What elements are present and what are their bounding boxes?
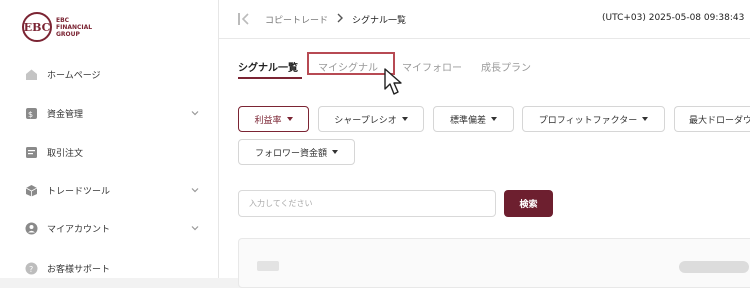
blurred-content <box>257 261 279 271</box>
search-button[interactable]: 検索 <box>504 190 553 217</box>
chevron-right-icon <box>337 13 343 23</box>
user-icon <box>24 221 38 235</box>
chevron-down-icon <box>191 111 199 116</box>
ebc-logo-text: EBC FINANCIAL GROUP <box>56 17 96 38</box>
signal-card[interactable] <box>238 238 750 288</box>
collapse-sidebar-icon[interactable] <box>237 12 251 26</box>
order-icon <box>24 145 38 159</box>
breadcrumb-parent[interactable]: コピートレード <box>265 13 328 26</box>
svg-text:?: ? <box>29 265 33 274</box>
filter-label: プロフィットファクター <box>538 115 638 126</box>
help-icon: ? <box>24 261 38 275</box>
breadcrumb-current: シグナル一覧 <box>352 16 407 26</box>
sidebar-item-fund-management[interactable]: $ 資金管理 <box>24 103 204 123</box>
sidebar-item-label: お客様サポート <box>47 264 111 275</box>
tab-growth-plan[interactable]: 成長プラン <box>481 59 531 74</box>
caret-down-icon <box>491 117 497 121</box>
mouse-pointer-icon <box>384 68 402 95</box>
filter-sharpe-ratio[interactable]: シャープレシオ <box>318 106 424 132</box>
tab-my-follow[interactable]: マイフォロー <box>402 59 462 74</box>
sidebar-item-label: 資金管理 <box>47 109 84 120</box>
filter-std-deviation[interactable]: 標準偏差 <box>433 106 514 132</box>
tab-signal-list[interactable]: シグナル一覧 <box>238 59 298 74</box>
filter-max-drawdown[interactable]: 最大ドローダウ <box>674 106 750 132</box>
caret-down-icon <box>401 117 408 121</box>
sidebar: EBC EBC FINANCIAL GROUP ホームページ $ 資金管理 取引… <box>0 0 219 278</box>
logo-text-line2: FINANCIAL <box>56 23 93 31</box>
blurred-content <box>679 261 749 273</box>
filter-label: シャープレシオ <box>334 115 397 126</box>
main-content: シグナル一覧 マイシグナル マイフォロー 成長プラン 利益率 シャープレシオ 標… <box>219 39 750 288</box>
search-input[interactable] <box>238 190 496 217</box>
filter-label: 利益率 <box>254 115 282 126</box>
caret-down-icon <box>286 117 293 121</box>
sidebar-item-trade-tools[interactable]: トレードツール <box>24 180 204 200</box>
sidebar-item-my-account[interactable]: マイアカウント <box>24 218 204 238</box>
sidebar-item-home[interactable]: ホームページ <box>24 64 204 84</box>
filter-profit-rate[interactable]: 利益率 <box>238 106 309 132</box>
sidebar-item-label: マイアカウント <box>47 224 111 235</box>
ebc-logo[interactable]: EBC EBC FINANCIAL GROUP <box>22 12 96 42</box>
cube-icon <box>24 183 38 197</box>
svg-text:$: $ <box>28 110 33 119</box>
sidebar-item-support[interactable]: ? お客様サポート <box>24 258 204 278</box>
logo-text-line3: GROUP <box>56 30 80 38</box>
caret-down-icon <box>642 117 649 121</box>
tab-highlight-box <box>307 52 395 75</box>
sidebar-item-orders[interactable]: 取引注文 <box>24 142 204 162</box>
filter-label: 最大ドローダウ <box>689 115 750 126</box>
caret-down-icon <box>332 150 338 154</box>
filter-profit-factor[interactable]: プロフィットファクター <box>522 106 665 132</box>
filter-follower-funds[interactable]: フォロワー資金額 <box>238 139 355 165</box>
sidebar-item-label: トレードツール <box>47 186 111 197</box>
filter-label: フォロワー資金額 <box>254 148 327 159</box>
server-datetime: (UTC+03) 2025-05-08 09:38:43 <box>602 13 745 23</box>
top-header: コピートレード シグナル一覧 (UTC+03) 2025-05-08 09:38… <box>219 0 750 39</box>
ebc-logo-mark: EBC <box>22 12 52 42</box>
home-icon <box>24 67 38 81</box>
sidebar-item-label: ホームページ <box>47 70 101 81</box>
chevron-down-icon <box>191 226 199 231</box>
sidebar-item-label: 取引注文 <box>47 148 84 159</box>
fund-icon: $ <box>24 106 38 120</box>
active-tab-indicator <box>238 77 302 79</box>
logo-text-line1: EBC <box>56 16 70 24</box>
filter-label: 標準偏差 <box>449 115 486 126</box>
chevron-down-icon <box>191 188 199 193</box>
